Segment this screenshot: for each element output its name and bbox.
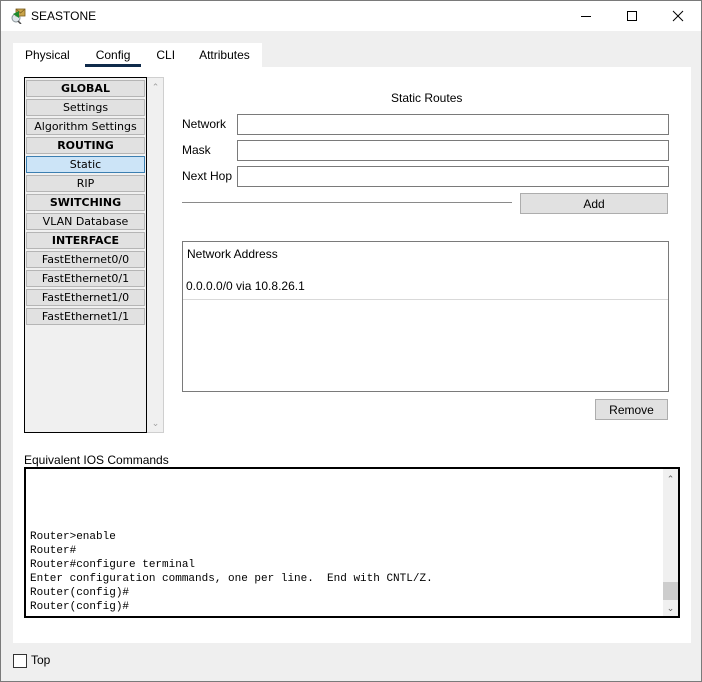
sidebar-header-interface[interactable]: INTERFACE — [26, 232, 145, 249]
window-title: SEASTONE — [31, 9, 97, 23]
ios-commands-text: Router>enable Router# Router#configure t… — [30, 531, 433, 613]
ios-commands-console[interactable]: Router>enable Router# Router#configure t… — [24, 467, 680, 618]
sidebar-item-rip[interactable]: RIP — [26, 175, 145, 192]
scroll-down-icon[interactable]: ⌄ — [150, 419, 161, 428]
close-button[interactable] — [655, 1, 701, 31]
device-window: SEASTONE Physical Config CLI Attributes … — [0, 0, 702, 682]
title-bar: SEASTONE — [1, 1, 701, 31]
sidebar-header-global[interactable]: GLOBAL — [26, 80, 145, 97]
tab-cli[interactable]: CLI — [144, 43, 187, 67]
scroll-up-icon[interactable]: ⌃ — [150, 83, 161, 92]
ios-commands-label: Equivalent IOS Commands — [24, 453, 169, 467]
network-input[interactable] — [237, 114, 669, 135]
tab-attributes[interactable]: Attributes — [187, 43, 262, 67]
close-icon — [672, 10, 684, 22]
separator-line — [182, 202, 512, 203]
maximize-button[interactable] — [609, 1, 655, 31]
mask-input[interactable] — [237, 140, 669, 161]
network-label: Network — [182, 117, 227, 131]
routes-list: Network Address 0.0.0.0/0 via 10.8.26.1 — [182, 241, 669, 392]
minimize-button[interactable] — [563, 1, 609, 31]
minimize-icon — [581, 16, 591, 17]
scroll-down-icon[interactable]: ⌄ — [665, 604, 676, 613]
sidebar-item-fastethernet0-1[interactable]: FastEthernet0/1 — [26, 270, 145, 287]
next-hop-input[interactable] — [237, 166, 669, 187]
top-checkbox[interactable] — [13, 654, 27, 668]
sidebar-item-fastethernet1-0[interactable]: FastEthernet1/0 — [26, 289, 145, 306]
tab-config[interactable]: Config — [82, 43, 145, 67]
sidebar-item-fastethernet1-1[interactable]: FastEthernet1/1 — [26, 308, 145, 325]
config-sidebar: GLOBAL Settings Algorithm Settings ROUTI… — [24, 77, 147, 433]
scroll-up-icon[interactable]: ⌃ — [665, 475, 676, 484]
sidebar-header-routing[interactable]: ROUTING — [26, 137, 145, 154]
routes-list-header: Network Address — [187, 247, 278, 261]
sidebar-item-fastethernet0-0[interactable]: FastEthernet0/0 — [26, 251, 145, 268]
packet-tracer-app-icon — [10, 8, 26, 25]
sidebar-item-algorithm-settings[interactable]: Algorithm Settings — [26, 118, 145, 135]
tab-bar: Physical Config CLI Attributes — [13, 43, 262, 67]
console-scrollbar[interactable]: ⌃ ⌄ — [663, 469, 678, 616]
top-checkbox-label: Top — [31, 653, 51, 667]
sidebar-item-static[interactable]: Static — [26, 156, 145, 173]
scroll-thumb[interactable] — [663, 582, 678, 600]
sidebar-scrollbar[interactable]: ⌃ ⌄ — [147, 77, 164, 433]
sidebar-item-settings[interactable]: Settings — [26, 99, 145, 116]
add-button[interactable]: Add — [520, 193, 668, 214]
sidebar-item-vlan-database[interactable]: VLAN Database — [26, 213, 145, 230]
route-item[interactable]: 0.0.0.0/0 via 10.8.26.1 — [186, 279, 305, 293]
remove-button[interactable]: Remove — [595, 399, 668, 420]
next-hop-label: Next Hop — [182, 169, 233, 183]
config-panel: GLOBAL Settings Algorithm Settings ROUTI… — [13, 67, 691, 643]
static-routes-title: Static Routes — [391, 91, 463, 105]
mask-label: Mask — [182, 143, 211, 157]
tab-physical[interactable]: Physical — [13, 43, 82, 67]
routes-divider — [183, 299, 668, 300]
sidebar-header-switching[interactable]: SWITCHING — [26, 194, 145, 211]
maximize-icon — [627, 11, 637, 21]
